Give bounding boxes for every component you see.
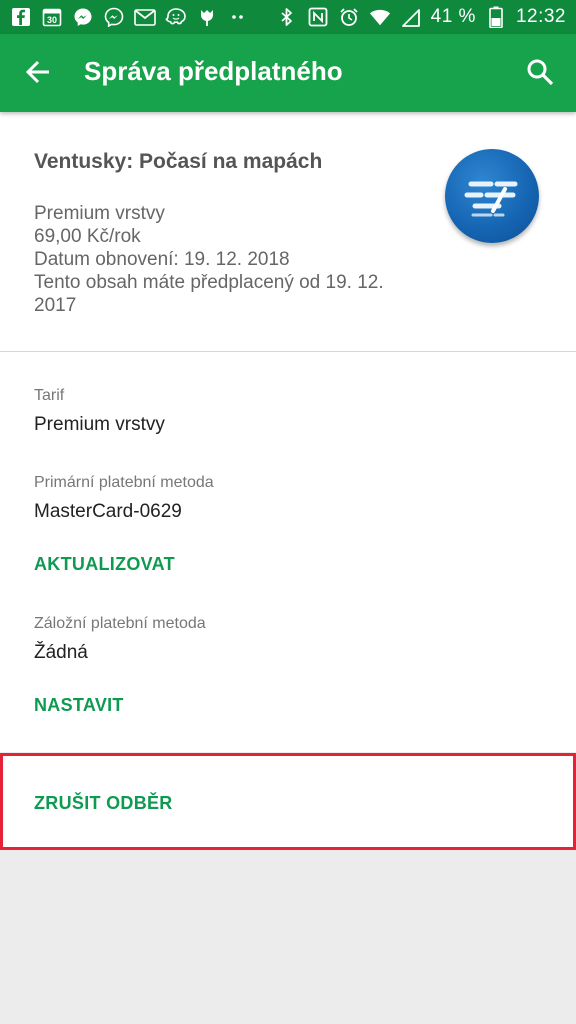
messenger-icon: [103, 6, 125, 28]
update-payment-button[interactable]: AKTUALIZOVAT: [34, 554, 175, 575]
calendar-day: 30: [47, 15, 57, 25]
bluetooth-icon: [276, 6, 298, 28]
messenger-icon: [72, 6, 94, 28]
tariff-value: Premium vrstvy: [34, 414, 165, 435]
subscription-summary: Ventusky: Počasí na mapách Premium vrstv…: [0, 112, 576, 352]
status-bar: 30 41 % 12:32: [0, 0, 576, 34]
nfc-icon: [307, 6, 329, 28]
clock: 12:32: [515, 6, 566, 27]
waze-icon: [165, 6, 187, 28]
wifi-icon: [369, 6, 391, 28]
backup-payment-value: Žádná: [34, 642, 88, 663]
tariff-label: Tarif: [34, 387, 65, 404]
set-backup-payment-button[interactable]: NASTAVIT: [34, 695, 124, 716]
system-icons: 41 % 12:32: [276, 6, 566, 28]
cancel-subscription-row[interactable]: ZRUŠIT ODBĚR: [0, 753, 576, 850]
plan-name: Premium vrstvy: [34, 203, 165, 224]
battery-percent: 41 %: [430, 6, 476, 27]
cancel-subscription-button[interactable]: ZRUŠIT ODBĚR: [34, 793, 173, 814]
price: 69,00 Kč/rok: [34, 226, 141, 247]
calendar-icon: 30: [41, 6, 63, 28]
app-name: Ventusky: Počasí na mapách: [34, 150, 323, 173]
subscribed-since-year: 2017: [34, 295, 77, 316]
primary-payment-value: MasterCard-0629: [34, 501, 182, 522]
search-icon: [527, 59, 554, 86]
battery-icon: [485, 6, 507, 28]
notification-icons: 30: [10, 6, 249, 28]
back-button[interactable]: [18, 52, 58, 92]
app-bar: Správa předplatného: [0, 34, 576, 112]
alarm-icon: [338, 6, 360, 28]
renewal-date: Datum obnovení: 19. 12. 2018: [34, 249, 290, 270]
signal-icon: [400, 6, 422, 28]
tulip-icon: [196, 6, 218, 28]
primary-payment-label: Primární platební metoda: [34, 474, 214, 491]
gmail-icon: [134, 6, 156, 28]
subscribed-since: Tento obsah máte předplacený od 19. 12.: [34, 272, 384, 293]
ventusky-logo: [445, 149, 539, 243]
arrow-back-icon: [25, 60, 49, 84]
more-dots-icon: [227, 6, 249, 28]
subscription-details: Tarif Premium vrstvy Primární platební m…: [0, 352, 576, 752]
facebook-icon: [10, 6, 32, 28]
page-title: Správa předplatného: [84, 56, 343, 86]
backup-payment-label: Záložní platební metoda: [34, 615, 206, 632]
search-button[interactable]: [520, 52, 560, 92]
subscription-info: Premium vrstvy 69,00 Kč/rok Datum obnove…: [34, 202, 424, 317]
